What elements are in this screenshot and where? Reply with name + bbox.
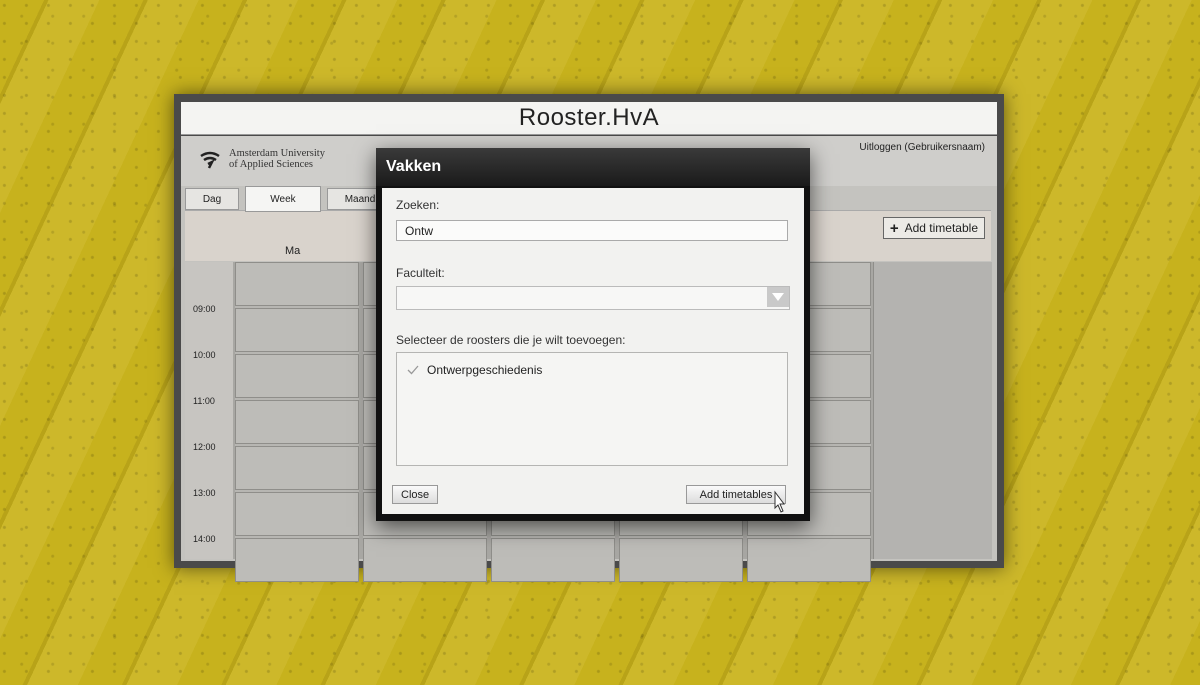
time-slot-cell[interactable]	[235, 354, 359, 398]
logout-link[interactable]: Uitloggen (Gebruikersnaam)	[859, 142, 985, 153]
mouse-pointer-icon	[774, 490, 785, 513]
logo-line-1: Amsterdam University	[229, 148, 325, 159]
select-label: Selecteer de roosters die je wilt toevoe…	[396, 333, 626, 347]
time-label: 11:00	[193, 396, 215, 406]
time-label: 10:00	[193, 350, 216, 360]
list-item[interactable]: Ontwerpgeschiedenis	[407, 363, 542, 377]
checkbox-checked-icon[interactable]	[407, 364, 419, 376]
time-label: 13:00	[193, 488, 216, 498]
timetable-list: Ontwerpgeschiedenis	[396, 352, 788, 466]
close-button[interactable]: Close	[392, 485, 439, 504]
search-label: Zoeken:	[396, 198, 440, 212]
time-slot-cell[interactable]	[491, 538, 615, 582]
side-panel	[873, 262, 992, 559]
hva-logo-icon	[200, 151, 220, 169]
time-slot-cell[interactable]	[235, 492, 359, 536]
tab-week[interactable]: Week	[245, 186, 321, 212]
faculty-label: Faculteit:	[396, 266, 445, 280]
time-slot-cell[interactable]	[235, 400, 359, 444]
time-slot-cell[interactable]	[363, 538, 487, 582]
university-logo: Amsterdam University of Applied Sciences	[199, 148, 325, 170]
view-tabs: Dag Week Maand	[185, 186, 393, 212]
time-slot-cell[interactable]	[235, 262, 359, 306]
time-slot-cell[interactable]	[235, 538, 359, 582]
time-label: 14:00	[193, 534, 216, 544]
vakken-dialog: Vakken Zoeken: Faculteit: Selecteer de r…	[376, 148, 810, 521]
time-column: 09:00 10:00 11:00 12:00 13:00 14:00	[185, 262, 233, 559]
add-timetable-label: Add timetable	[904, 221, 978, 235]
tab-day[interactable]: Dag	[185, 188, 239, 210]
time-label: 12:00	[193, 442, 216, 452]
dialog-body: Zoeken: Faculteit: Selecteer de roosters…	[382, 188, 804, 514]
dialog-title: Vakken	[376, 148, 810, 186]
window-title: Rooster.HvA	[181, 102, 997, 135]
search-input[interactable]	[396, 220, 788, 241]
time-slot-cell[interactable]	[747, 538, 871, 582]
logo-text: Amsterdam University of Applied Sciences	[229, 148, 325, 170]
time-slot-cell[interactable]	[619, 538, 743, 582]
chevron-down-icon[interactable]	[767, 287, 789, 307]
day-column	[235, 262, 359, 582]
list-item-label: Ontwerpgeschiedenis	[427, 363, 543, 377]
time-slot-cell[interactable]	[235, 308, 359, 352]
plus-icon: +	[889, 219, 899, 237]
faculty-select[interactable]	[396, 286, 790, 310]
time-slot-cell[interactable]	[235, 446, 359, 490]
add-timetable-button[interactable]: + Add timetable	[882, 217, 985, 239]
time-label: 09:00	[193, 304, 216, 314]
logo-line-2: of Applied Sciences	[229, 159, 313, 170]
day-label-ma: Ma	[285, 245, 301, 257]
